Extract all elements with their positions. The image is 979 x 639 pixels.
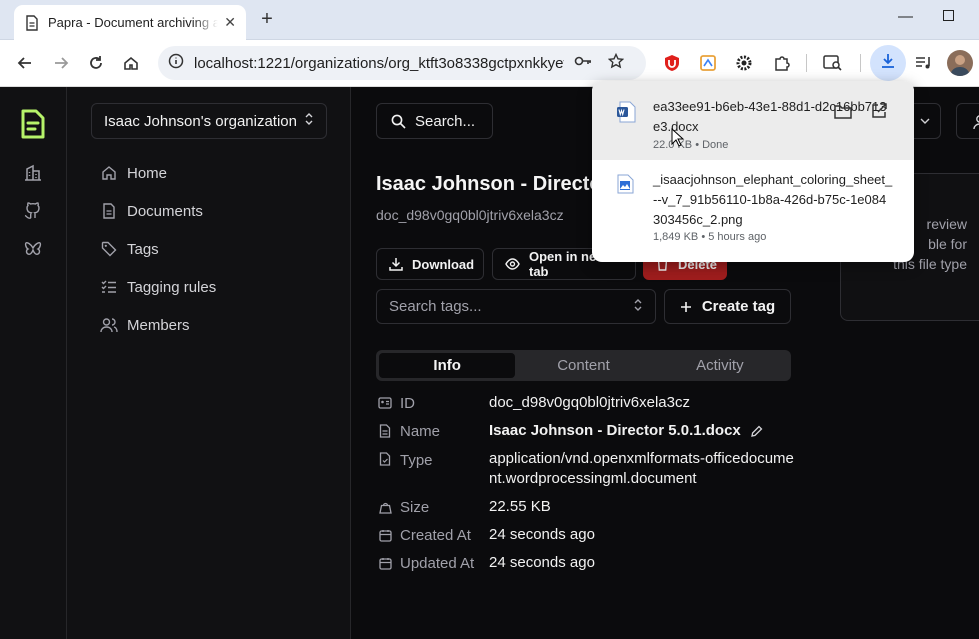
download-button[interactable]: Download: [376, 248, 484, 280]
color-picker-extension-icon[interactable]: [697, 52, 719, 74]
sidebar-item-documents[interactable]: Documents: [100, 199, 203, 223]
plus-icon: [680, 301, 692, 313]
info-value: 22.55 KB: [489, 498, 551, 515]
downloads-button[interactable]: [870, 45, 906, 81]
password-key-icon[interactable]: [574, 54, 592, 73]
address-bar[interactable]: localhost:1221/organizations/org_ktft3o8…: [158, 46, 646, 80]
file-text-icon: [378, 424, 392, 438]
reload-button[interactable]: [85, 52, 107, 74]
document-icon: [100, 202, 118, 220]
mouse-cursor-icon: [671, 128, 685, 147]
weight-icon: [378, 500, 392, 514]
file-type-icon: [378, 452, 392, 466]
sidebar-item-tags[interactable]: Tags: [100, 237, 159, 261]
document-id: doc_d98v0gq0bl0jtriv6xela3cz: [376, 207, 564, 223]
tab-info[interactable]: Info: [379, 353, 516, 378]
url-text: localhost:1221/organizations/org_ktft3o8…: [194, 54, 564, 72]
chevron-up-down-icon: [304, 112, 314, 130]
minimize-icon[interactable]: —: [898, 8, 913, 25]
calendar-icon: [378, 528, 392, 542]
tag-search-input[interactable]: Search tags...: [376, 289, 656, 324]
papra-logo-icon[interactable]: [19, 107, 47, 141]
sidebar: Isaac Johnson's organization Home Docume…: [67, 87, 351, 639]
tab-activity[interactable]: Activity: [652, 353, 788, 378]
info-row-type: Type application/vnd.openxmlformats-offi…: [378, 449, 794, 489]
sidebar-item-label: Home: [127, 164, 168, 182]
browser-tab-title: Papra - Document archiving and managemen…: [48, 15, 219, 30]
id-card-icon: [378, 396, 392, 410]
info-value: Isaac Johnson - Director 5.0.1.docx: [489, 422, 741, 439]
users-icon: [100, 316, 118, 334]
info-value: doc_d98v0gq0bl0jtriv6xela3cz: [489, 394, 690, 411]
tab-content[interactable]: Content: [515, 353, 651, 378]
home-icon: [100, 164, 118, 182]
image-file-icon: [616, 174, 636, 196]
download-file-name: _isaacjohnson_elephant_coloring_sheet_--…: [653, 172, 893, 227]
pencil-edit-icon[interactable]: [750, 425, 763, 438]
search-button[interactable]: Search...: [376, 103, 493, 139]
profile-avatar[interactable]: [947, 50, 973, 76]
info-row-updated: Updated At 24 seconds ago: [378, 553, 794, 573]
organization-selector[interactable]: Isaac Johnson's organization: [91, 103, 327, 139]
eye-icon: [505, 258, 520, 270]
maximize-icon[interactable]: [943, 10, 954, 21]
open-external-icon[interactable]: [869, 101, 889, 121]
download-item[interactable]: _isaacjohnson_elephant_coloring_sheet_--…: [592, 160, 914, 262]
tab-search-icon[interactable]: [822, 52, 844, 74]
sidebar-item-members[interactable]: Members: [100, 313, 190, 337]
back-button[interactable]: [14, 52, 36, 74]
info-row-size: Size 22.55 KB: [378, 497, 794, 517]
close-tab-icon[interactable]: ✕: [224, 14, 236, 31]
tag-icon: [100, 240, 118, 258]
download-file-name: ea33ee91-b6eb-43e1-88d1-d2c16bb713e3.doc…: [653, 99, 887, 134]
download-file-meta: 1,849 KB • 5 hours ago: [653, 231, 767, 243]
gear-extension-icon[interactable]: [733, 52, 755, 74]
user-menu-button[interactable]: [956, 103, 979, 139]
search-icon: [391, 114, 406, 129]
icon-rail: [0, 87, 67, 639]
organization-name: Isaac Johnson's organization: [104, 112, 297, 130]
info-value: application/vnd.openxmlformats-officedoc…: [489, 450, 794, 487]
folder-icon[interactable]: [833, 101, 853, 121]
browser-tab[interactable]: Papra - Document archiving and managemen…: [14, 5, 246, 40]
chevron-up-down-icon: [633, 298, 643, 316]
sidebar-item-label: Members: [127, 316, 190, 334]
downloads-popup: ea33ee91-b6eb-43e1-88d1-d2c16bb713e3.doc…: [592, 81, 914, 262]
info-value: 24 seconds ago: [489, 526, 595, 543]
word-file-icon: [616, 101, 636, 123]
home-button[interactable]: [120, 52, 142, 74]
download-icon: [879, 52, 897, 75]
ublock-extension-icon[interactable]: [661, 52, 683, 74]
browser-toolbar: localhost:1221/organizations/org_ktft3o8…: [0, 40, 979, 87]
create-tag-button[interactable]: Create tag: [664, 289, 791, 324]
info-row-name: Name Isaac Johnson - Director 5.0.1.docx: [378, 421, 794, 441]
info-value: 24 seconds ago: [489, 554, 595, 571]
sidebar-item-home[interactable]: Home: [100, 161, 167, 185]
organization-building-icon[interactable]: [22, 162, 44, 184]
list-check-icon: [100, 278, 118, 296]
download-file-meta: 22.0 KB • Done: [653, 139, 729, 151]
search-label: Search...: [415, 112, 476, 130]
document-tabs: Info Content Activity: [376, 350, 791, 381]
bluesky-butterfly-icon[interactable]: [22, 238, 44, 260]
browser-tab-bar: Papra - Document archiving and managemen…: [0, 0, 979, 40]
github-icon[interactable]: [22, 200, 44, 222]
sidebar-item-label: Tagging rules: [127, 278, 217, 296]
download-icon: [389, 257, 403, 271]
download-item[interactable]: ea33ee91-b6eb-43e1-88d1-d2c16bb713e3.doc…: [592, 81, 914, 160]
info-row-id: ID doc_d98v0gq0bl0jtriv6xela3cz: [378, 393, 794, 413]
media-control-icon[interactable]: [913, 52, 935, 74]
puzzle-extensions-icon[interactable]: [771, 52, 793, 74]
new-tab-button[interactable]: +: [257, 9, 277, 30]
info-row-created: Created At 24 seconds ago: [378, 525, 794, 545]
sidebar-item-label: Tags: [127, 240, 159, 258]
bookmark-star-icon[interactable]: [607, 52, 625, 74]
document-favicon-icon: [24, 14, 40, 31]
sidebar-item-tagging-rules[interactable]: Tagging rules: [100, 275, 216, 299]
forward-button[interactable]: [50, 52, 72, 74]
sidebar-item-label: Documents: [127, 202, 203, 220]
site-info-icon[interactable]: [168, 53, 184, 74]
calendar-icon: [378, 556, 392, 570]
